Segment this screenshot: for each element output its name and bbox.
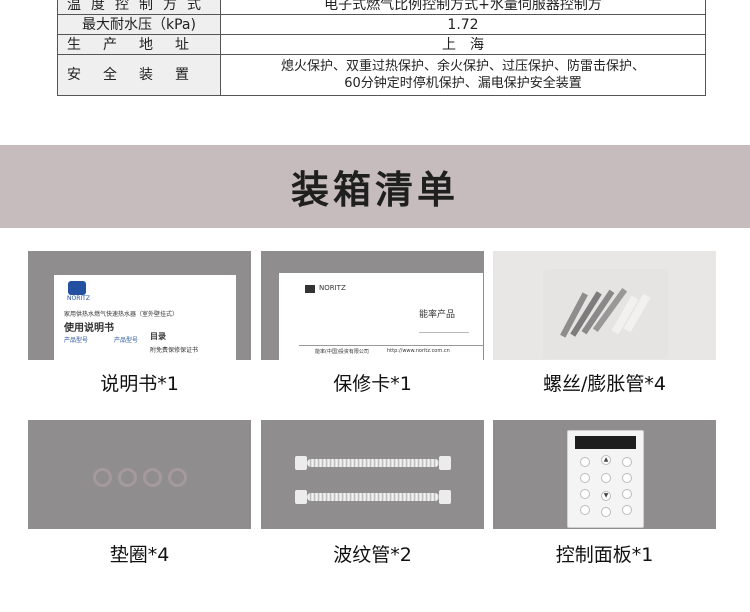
item-caption: 垫圈*4 <box>109 544 170 566</box>
manual-subtitle: 家用供热水燃气快速热水器（室外壁挂式） <box>64 311 179 318</box>
item-caption: 说明书*1 <box>100 373 179 395</box>
hose-icon <box>307 459 439 467</box>
manual-title: 使用说明书 <box>64 323 114 334</box>
spec-label: 安全装置 <box>57 54 221 96</box>
panel-button-icon <box>622 473 632 483</box>
panel-button-icon <box>580 457 590 467</box>
spec-value: 熄火保护、双重过热保护、余火保护、过压保护、防雷击保护、 60分钟定时停机保护、… <box>220 54 706 96</box>
warranty-photo: NORITZ 能率产品 能率(中国)投资有限公司 http://www.nori… <box>261 251 484 360</box>
washer-icon <box>93 468 112 487</box>
spec-row: 生产地址 上 海 <box>57 34 706 55</box>
noritz-logo-icon <box>305 285 315 293</box>
spec-label: 温度控制方式 <box>57 0 221 15</box>
item-caption: 保修卡*1 <box>333 373 412 395</box>
screws-photo <box>493 251 716 360</box>
warranty-footer: 能率(中国)投资有限公司 <box>315 349 369 355</box>
item-caption: 螺丝/膨胀管*4 <box>543 373 666 395</box>
panel-button-icon <box>580 473 590 483</box>
hose-nut-icon <box>295 490 307 504</box>
spec-table: 温度控制方式 电子式燃气比例控制方式+水量伺服器控制方 最大耐水压（kPa) 1… <box>57 0 706 96</box>
warranty-field <box>419 320 469 333</box>
spec-value-line: 60分钟定时停机保护、漏电保护安全装置 <box>344 76 582 91</box>
spec-row: 温度控制方式 电子式燃气比例控制方式+水量伺服器控制方 <box>57 0 706 15</box>
section-banner: 装箱清单 <box>0 145 750 228</box>
manual-toc: 目录 <box>150 332 166 341</box>
washers-photo <box>28 420 251 529</box>
panel-button-icon <box>580 505 590 515</box>
spec-value: 上 海 <box>220 34 706 55</box>
screws-bag <box>543 269 668 359</box>
warranty-divider <box>299 345 483 346</box>
spec-row: 安全装置 熄火保护、双重过热保护、余火保护、过压保护、防雷击保护、 60分钟定时… <box>57 54 706 96</box>
panel-screen <box>575 436 636 449</box>
manual-logo-text: NORITZ <box>67 295 90 302</box>
warranty-card: NORITZ 能率产品 能率(中国)投资有限公司 http://www.nori… <box>279 273 483 360</box>
noritz-logo-icon <box>68 281 86 295</box>
hose-nut-icon <box>295 456 307 470</box>
panel-button-icon <box>622 457 632 467</box>
warranty-logo-text: NORITZ <box>319 284 346 292</box>
item-caption: 波纹管*2 <box>333 544 412 566</box>
washer-icon <box>168 468 187 487</box>
panel-button-icon <box>622 489 632 499</box>
panel-button-icon <box>601 473 611 483</box>
warranty-label: 能率产品 <box>419 310 456 320</box>
spec-value-line: 熄火保护、双重过热保护、余火保护、过压保护、防雷击保护、 <box>280 59 645 74</box>
spec-label: 最大耐水压（kPa) <box>57 14 221 35</box>
hose-nut-icon <box>439 490 451 504</box>
section-title: 装箱清单 <box>290 168 459 212</box>
manual-toc-sub: 附免费保修保证书 <box>150 347 199 354</box>
manual-col-label: 产品型号 <box>64 337 89 344</box>
panel-button-icon <box>622 505 632 515</box>
washer-icon <box>118 468 137 487</box>
washer-icon <box>143 468 162 487</box>
panel-button-icon <box>580 489 590 499</box>
spec-value: 电子式燃气比例控制方式+水量伺服器控制方 <box>220 0 706 15</box>
panel-down-icon: ▼ <box>601 491 611 501</box>
manual-photo: NORITZ 家用供热水燃气快速热水器（室外壁挂式） 使用说明书 产品型号 产品… <box>28 251 251 360</box>
spec-label: 生产地址 <box>57 34 221 55</box>
spec-row: 最大耐水压（kPa) 1.72 <box>57 14 706 35</box>
hose-nut-icon <box>439 456 451 470</box>
hose-icon <box>307 493 439 501</box>
panel-up-icon: ▲ <box>601 455 611 465</box>
manual-col-label: 产品型号 <box>114 337 139 344</box>
control-panel-photo: ▲ ▼ <box>493 420 716 529</box>
control-panel: ▲ ▼ <box>567 430 644 528</box>
hoses-photo <box>261 420 484 529</box>
warranty-url: http://www.noritz.com.cn <box>387 348 450 354</box>
item-caption: 控制面板*1 <box>555 544 654 566</box>
manual-document: NORITZ 家用供热水燃气快速热水器（室外壁挂式） 使用说明书 产品型号 产品… <box>54 275 236 360</box>
panel-button-icon <box>601 507 611 517</box>
spec-value: 1.72 <box>220 14 706 35</box>
